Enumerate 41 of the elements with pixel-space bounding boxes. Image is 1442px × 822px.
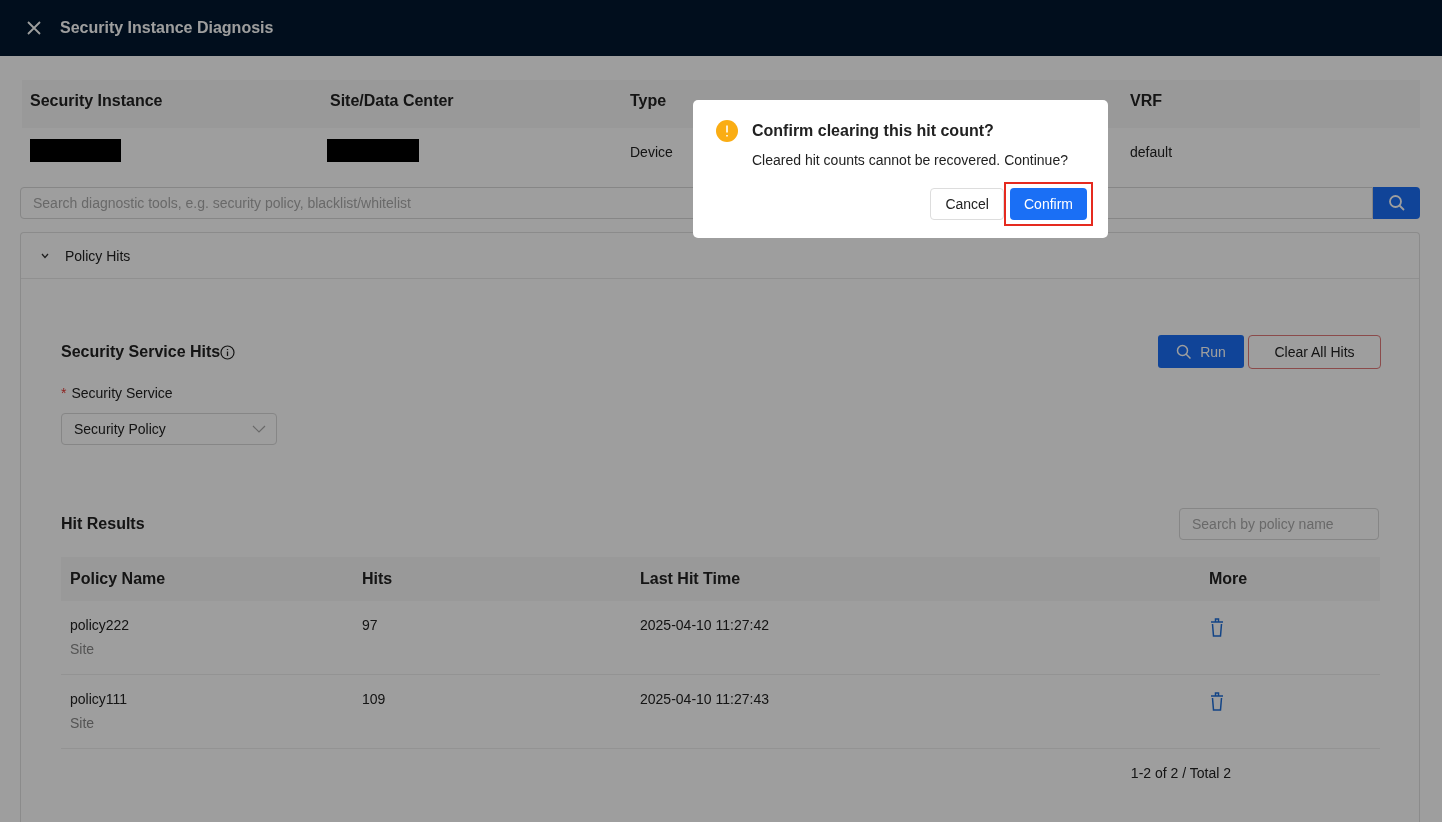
column-header: Hits [361,570,394,588]
table-cell: default [1130,143,1173,160]
panel-title[interactable]: Policy Hits [65,247,131,264]
policy-scope: Site [70,715,96,731]
info-icon[interactable] [220,344,236,360]
clear-all-hits-button[interactable]: Clear All Hits [1248,335,1381,369]
dialog-title: Confirm clearing this hit count? [752,122,994,140]
column-header: Site/Data Center [330,92,454,109]
dialog-message: Cleared hit counts cannot be recovered. Continue? [752,152,1069,168]
table-cell: 109 [362,691,386,707]
section-title: Security Service Hits [61,343,221,361]
close-icon[interactable] [27,21,41,35]
search-button[interactable] [1373,187,1420,219]
section-title: Hit Results [61,515,145,533]
trash-icon[interactable] [1210,691,1224,712]
required-mark: * [61,385,67,401]
policy-scope: Site [70,641,96,657]
warning-icon [716,120,738,142]
column-header: Policy Name [69,570,167,588]
column-header: Security Instance [30,92,163,109]
pagination-summary: 1-2 of 2 / Total 2 [1130,765,1231,781]
search-icon [1176,343,1193,360]
table-cell: 97 [362,617,378,633]
column-header: Type [630,92,667,109]
field-label: Security Service [71,385,173,401]
chevron-down-icon [252,425,266,433]
chevron-icon[interactable] [41,252,49,259]
column-header: VRF [1130,92,1162,109]
security-service-dropdown[interactable]: Security Policy [61,413,277,445]
table-cell: 2025-04-10 11:27:42 [640,617,769,633]
confirm-button[interactable]: Confirm [1010,188,1087,220]
policy-name: policy111 [70,691,129,707]
search-icon [1387,194,1406,212]
cancel-button[interactable]: Cancel [930,188,1004,220]
window-title: Security Instance Diagnosis [60,19,274,37]
table-cell: 2025-04-10 11:27:43 [640,691,769,707]
table-cell: Device [630,143,673,160]
column-header: Last Hit Time [639,570,742,588]
trash-icon[interactable] [1210,617,1224,638]
policy-name: policy222 [70,617,131,633]
column-header: More [1208,570,1249,588]
